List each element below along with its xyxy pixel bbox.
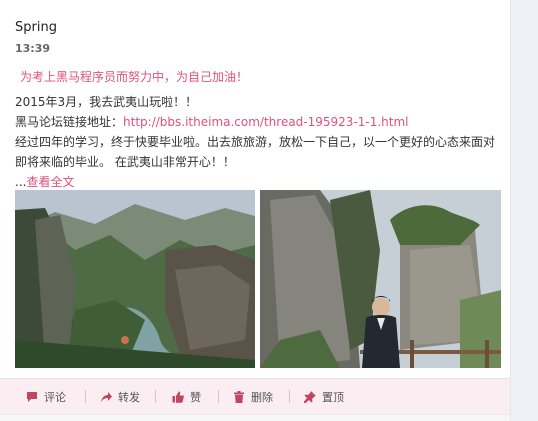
photo-landscape[interactable]	[15, 190, 255, 368]
forum-link[interactable]: http://bbs.itheima.com/thread-195923-1-1…	[123, 115, 409, 129]
comment-icon	[26, 391, 38, 403]
link-prefix: 黑马论坛链接地址：	[15, 115, 124, 129]
post-content: 2015年3月，我去武夷山玩啦！！ 黑马论坛链接地址：http://bbs.it…	[15, 92, 505, 192]
divider	[85, 390, 86, 403]
photo-portrait[interactable]	[260, 190, 501, 368]
post-time: 13:39	[15, 42, 51, 55]
pin-label: 置顶	[322, 391, 344, 404]
post-link-line: 黑马论坛链接地址：http://bbs.itheima.com/thread-1…	[15, 112, 505, 132]
post-tagline: 为考上黑马程序员而努力中，为自己加油！	[20, 70, 249, 84]
pin-button[interactable]: 置顶	[304, 387, 344, 407]
comment-button[interactable]: 评论	[26, 387, 66, 407]
forward-button[interactable]: 转发	[100, 387, 140, 407]
like-button[interactable]: 赞	[172, 387, 201, 407]
read-more[interactable]: ...查看全文	[15, 172, 505, 192]
thumbs-up-icon	[172, 391, 184, 403]
like-label: 赞	[190, 391, 201, 404]
divider	[289, 390, 290, 403]
post-author[interactable]: Spring	[15, 20, 57, 35]
forward-icon	[100, 391, 112, 403]
landscape-image	[15, 190, 255, 368]
forward-label: 转发	[118, 391, 140, 404]
post-body: 经过四年的学习，终于快要毕业啦。出去旅旅游，放松一下自己，以一个更好的心态来面对…	[15, 135, 496, 169]
delete-label: 删除	[251, 391, 273, 404]
divider	[155, 390, 156, 403]
comment-label: 评论	[44, 391, 66, 404]
read-more-link[interactable]: 查看全文	[26, 175, 74, 189]
action-bar: 评论 转发 赞 删除 置顶	[0, 378, 510, 415]
divider	[218, 390, 219, 403]
read-more-ellipsis: ...	[15, 175, 27, 189]
pin-icon	[304, 391, 316, 403]
delete-button[interactable]: 删除	[233, 387, 273, 407]
trash-icon	[233, 391, 245, 403]
post-card: Spring 13:39 为考上黑马程序员而努力中，为自己加油！ 2015年3月…	[0, 0, 511, 421]
post-line-1: 2015年3月，我去武夷山玩啦！！	[15, 95, 198, 109]
photo-grid	[15, 190, 501, 368]
portrait-image	[260, 190, 501, 368]
